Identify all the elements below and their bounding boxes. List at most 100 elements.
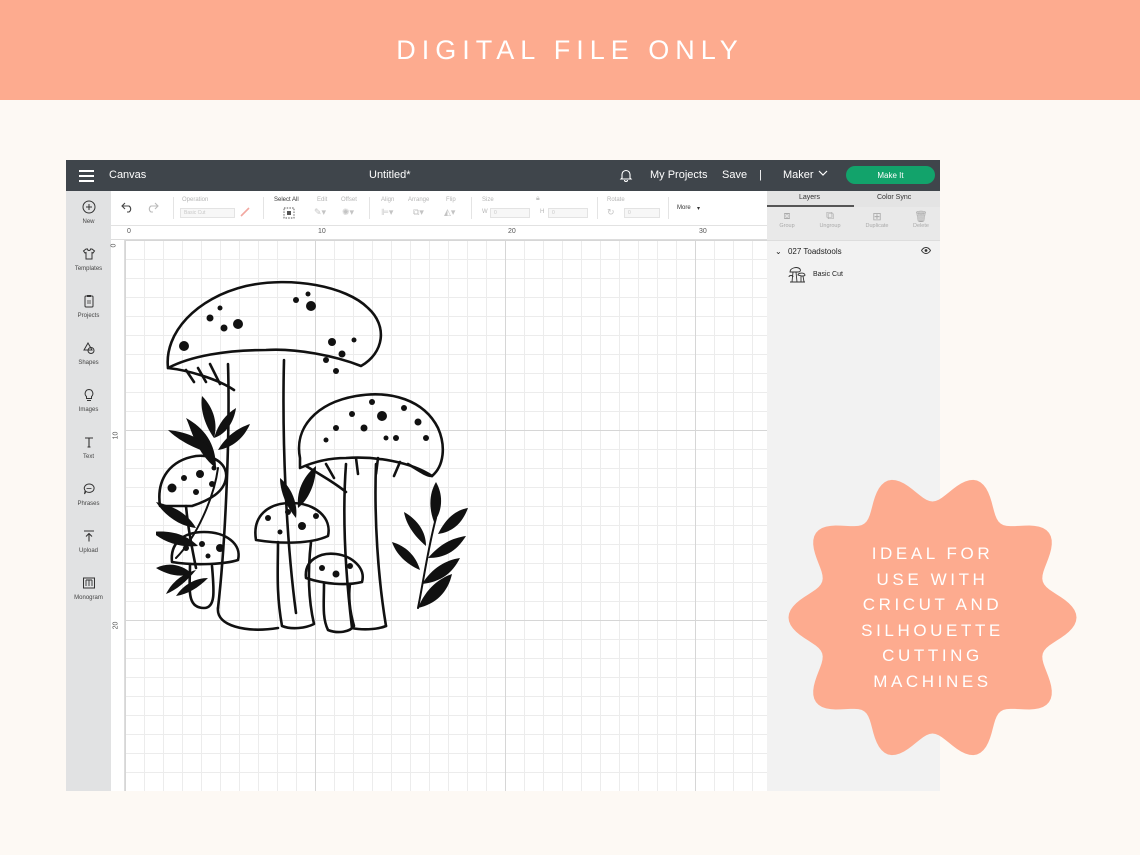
operation-select[interactable]: Basic Cut: [180, 208, 235, 218]
delete-button[interactable]: 🗑︎ Delete: [901, 210, 940, 229]
lightbulb-icon: [66, 388, 111, 405]
toolbar-divider: [597, 197, 598, 219]
pencil-icon[interactable]: ✎▾: [314, 207, 326, 218]
speech-bubble-icon: [66, 482, 111, 499]
edit-toolbar: Operation Basic Cut Select All Edit ✎▾ O…: [111, 191, 767, 226]
sidebar-item-phrases[interactable]: Phrases: [66, 482, 111, 507]
layer-group-name: 027 Toadstools: [787, 247, 842, 256]
caret-down-icon[interactable]: ▾: [697, 205, 700, 212]
my-projects-link[interactable]: My Projects: [650, 169, 707, 181]
chevron-down-icon[interactable]: [818, 168, 828, 181]
chevron-down-icon[interactable]: ⌄: [775, 247, 782, 256]
upload-icon: [66, 529, 111, 546]
document-title: Untitled*: [369, 169, 411, 181]
edit-label: Edit: [317, 197, 328, 203]
badge-text: IDEAL FOR USE WITH CRICUT AND SILHOUETTE…: [785, 470, 1080, 765]
toolbar-divider: [173, 197, 174, 219]
sidebar-label: Monogram: [74, 595, 103, 601]
offset-label: Offset: [341, 197, 357, 203]
layer-item[interactable]: Basic Cut: [787, 265, 927, 287]
delete-label: Delete: [913, 223, 929, 229]
more-menu[interactable]: More: [677, 205, 691, 211]
toadstools-design[interactable]: [156, 278, 546, 648]
undo-icon[interactable]: [121, 202, 134, 216]
rotate-input[interactable]: 0: [624, 208, 660, 218]
top-banner: DIGITAL FILE ONLY: [0, 0, 1140, 100]
width-label: W: [482, 209, 488, 215]
sidebar-label: Templates: [74, 266, 103, 272]
flip-icon[interactable]: ◭▾: [444, 207, 455, 218]
panel-tabs: Layers Color Sync: [767, 191, 940, 207]
sidebar-item-projects[interactable]: Projects: [66, 294, 111, 319]
toolbar-divider: [369, 197, 370, 219]
sidebar-item-monogram[interactable]: Monogram: [66, 576, 111, 601]
height-input[interactable]: 0: [548, 208, 588, 218]
group-button[interactable]: ⧈ Group: [767, 210, 807, 229]
group-icon: ⧈: [783, 210, 791, 222]
ungroup-icon: ⧉: [826, 210, 834, 222]
sidebar-item-upload[interactable]: Upload: [66, 529, 111, 554]
text-icon: [66, 435, 111, 452]
sidebar-item-text[interactable]: Text: [66, 435, 111, 460]
tshirt-icon: [66, 247, 111, 264]
sidebar-item-templates[interactable]: Templates: [66, 247, 111, 272]
badge-line: MACHINES: [873, 671, 992, 691]
sidebar-item-images[interactable]: Images: [66, 388, 111, 413]
titlebar: Canvas Untitled* My Projects Save | Make…: [66, 160, 940, 191]
toolbar-divider: [263, 197, 264, 219]
eye-icon[interactable]: [920, 247, 932, 256]
toolbar-divider: [668, 197, 669, 219]
ruler-label: 20: [112, 621, 120, 630]
tab-color-sync[interactable]: Color Sync: [877, 194, 911, 201]
rotate-value: 0: [628, 210, 631, 216]
trash-icon: 🗑︎: [914, 211, 928, 223]
sidebar-label: New: [82, 219, 95, 225]
layer-label: Basic Cut: [813, 271, 843, 278]
ruler-label: 20: [508, 228, 516, 235]
align-icon[interactable]: ⊫▾: [381, 207, 393, 218]
sidebar-label: Text: [82, 454, 94, 460]
sidebar-label: Projects: [77, 313, 100, 319]
ungroup-button[interactable]: ⧉ Ungroup: [810, 210, 850, 229]
offset-icon[interactable]: ✺▾: [342, 207, 354, 218]
flip-label: Flip: [446, 197, 456, 203]
height-value: 0: [552, 210, 555, 216]
sidebar-item-shapes[interactable]: Shapes: [66, 341, 111, 366]
left-sidebar: New Templates Projects Shapes Images Tex…: [66, 191, 111, 791]
rotate-icon[interactable]: ↻: [607, 207, 615, 218]
make-it-button[interactable]: Make It: [846, 166, 935, 184]
select-all-icon[interactable]: [283, 207, 295, 222]
sidebar-item-new[interactable]: New: [66, 200, 111, 225]
height-label: H: [540, 209, 545, 215]
tab-layers[interactable]: Layers: [799, 194, 820, 201]
banner-text: DIGITAL FILE ONLY: [396, 34, 744, 65]
badge-line: CRICUT AND: [862, 595, 1003, 614]
canvas-label: Canvas: [109, 169, 147, 181]
arrange-icon[interactable]: ⧉▾: [413, 207, 424, 218]
hamburger-menu-icon[interactable]: [79, 170, 94, 182]
ruler-label: 0: [127, 228, 131, 235]
top-ruler: 0 10 20 30: [111, 226, 767, 240]
machine-selector[interactable]: Maker: [783, 169, 814, 181]
arrange-label: Arrange: [408, 197, 430, 203]
clipboard-icon: [66, 294, 111, 311]
ruler-label: 10: [112, 431, 120, 440]
align-label: Align: [381, 197, 395, 203]
badge-line: IDEAL FOR: [871, 544, 994, 563]
duplicate-label: Duplicate: [865, 223, 889, 229]
lock-icon[interactable]: 🔒︎: [536, 195, 540, 203]
ungroup-label: Ungroup: [819, 223, 841, 229]
save-button[interactable]: Save: [722, 169, 747, 181]
monogram-icon: [66, 576, 111, 593]
bell-icon[interactable]: [619, 168, 633, 185]
duplicate-button[interactable]: ⊞ Duplicate: [857, 210, 897, 229]
rotate-label: Rotate: [607, 197, 625, 203]
layer-group-row[interactable]: ⌄ 027 Toadstools: [775, 247, 842, 256]
operation-value: Basic Cut: [184, 210, 206, 216]
redo-icon[interactable]: [146, 202, 159, 216]
ruler-label: 0: [110, 243, 118, 248]
color-swatch-icon[interactable]: [239, 206, 251, 220]
sidebar-label: Shapes: [78, 360, 99, 366]
sidebar-label: Images: [78, 407, 99, 413]
width-input[interactable]: 0: [490, 208, 530, 218]
